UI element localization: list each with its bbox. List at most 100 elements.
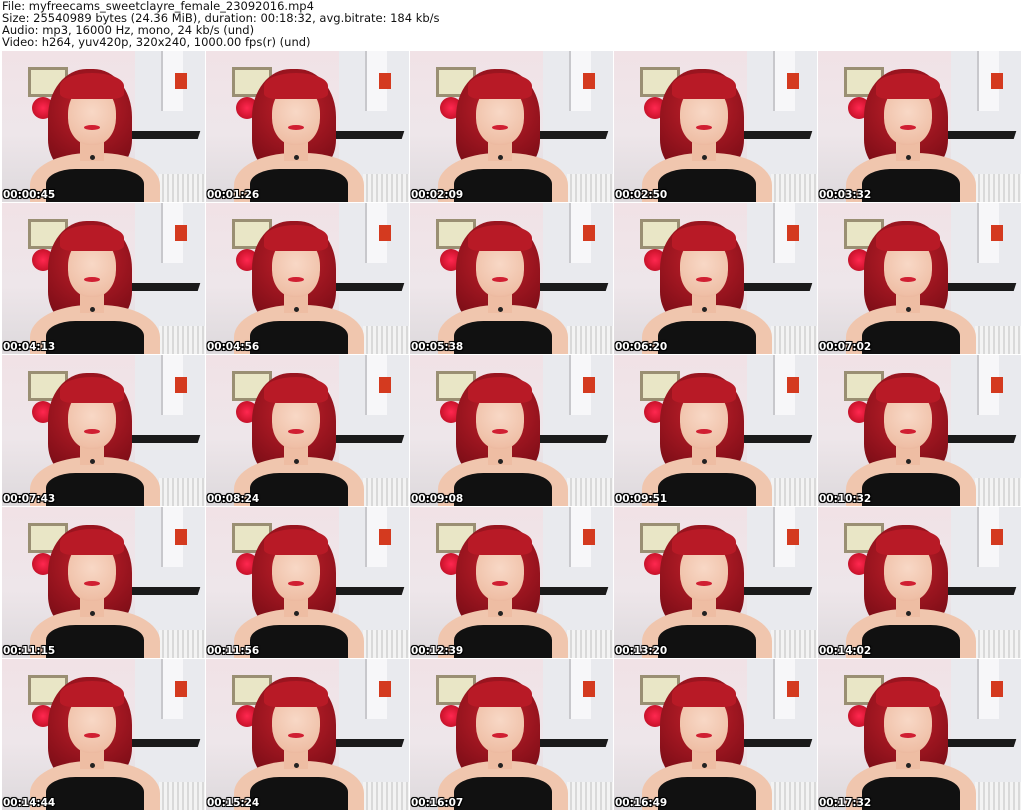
- video-thumbnail: 00:07:43: [2, 355, 205, 506]
- lips: [288, 277, 304, 282]
- black-top: [46, 169, 144, 202]
- timestamp-label: 00:12:39: [411, 645, 464, 657]
- lips: [288, 581, 304, 586]
- black-top: [862, 777, 960, 810]
- black-shelf: [739, 739, 813, 747]
- video-thumbnail: 00:11:15: [2, 507, 205, 658]
- necklace-pendant: [702, 763, 707, 768]
- timestamp-label: 00:11:15: [3, 645, 56, 657]
- video-thumbnail: 00:07:02: [818, 203, 1021, 354]
- wall-picture: [787, 681, 799, 697]
- black-shelf: [127, 131, 201, 139]
- radiator: [771, 782, 817, 810]
- radiator: [975, 478, 1021, 506]
- necklace-pendant: [294, 459, 299, 464]
- hair-fringe: [468, 529, 532, 555]
- video-thumbnail: 00:06:20: [614, 203, 817, 354]
- black-shelf: [331, 587, 405, 595]
- black-shelf: [127, 435, 201, 443]
- timestamp-label: 00:05:38: [411, 341, 464, 353]
- lips: [900, 277, 916, 282]
- black-top: [46, 321, 144, 354]
- necklace-pendant: [906, 155, 911, 160]
- lips: [288, 733, 304, 738]
- lips: [492, 277, 508, 282]
- hair-fringe: [264, 225, 328, 251]
- timestamp-label: 00:11:56: [207, 645, 260, 657]
- black-shelf: [535, 587, 609, 595]
- video-thumbnail: 00:02:50: [614, 51, 817, 202]
- lips: [84, 581, 100, 586]
- video-thumbnail: 00:13:20: [614, 507, 817, 658]
- wall-picture: [175, 681, 187, 697]
- timestamp-label: 00:08:24: [207, 493, 260, 505]
- video-thumbnail: 00:14:44: [2, 659, 205, 810]
- wall-picture: [991, 225, 1003, 241]
- radiator: [771, 174, 817, 202]
- lips: [696, 429, 712, 434]
- black-top: [658, 169, 756, 202]
- timestamp-label: 00:02:50: [615, 189, 668, 201]
- necklace-pendant: [498, 307, 503, 312]
- lips: [900, 429, 916, 434]
- wall-picture: [787, 225, 799, 241]
- black-top: [250, 777, 348, 810]
- black-shelf: [943, 283, 1017, 291]
- black-top: [658, 777, 756, 810]
- wall-picture: [175, 529, 187, 545]
- hair-fringe: [468, 225, 532, 251]
- black-top: [862, 169, 960, 202]
- video-thumbnail: 00:02:09: [410, 51, 613, 202]
- radiator: [771, 478, 817, 506]
- radiator: [159, 782, 205, 810]
- necklace-pendant: [906, 763, 911, 768]
- timestamp-label: 00:16:07: [411, 797, 464, 809]
- necklace-pendant: [90, 307, 95, 312]
- necklace-pendant: [702, 459, 707, 464]
- black-shelf: [739, 435, 813, 443]
- hair-fringe: [672, 377, 736, 403]
- black-top: [658, 473, 756, 506]
- black-shelf: [535, 131, 609, 139]
- wall-picture: [583, 529, 595, 545]
- black-shelf: [535, 739, 609, 747]
- wall-picture: [175, 377, 187, 393]
- necklace-pendant: [90, 155, 95, 160]
- necklace-pendant: [702, 611, 707, 616]
- black-top: [46, 473, 144, 506]
- black-top: [862, 473, 960, 506]
- video-thumbnail: 00:12:39: [410, 507, 613, 658]
- hair-fringe: [60, 225, 124, 251]
- lips: [288, 429, 304, 434]
- hair-fringe: [876, 225, 940, 251]
- lips: [492, 429, 508, 434]
- black-shelf: [739, 131, 813, 139]
- video-thumbnail: 00:03:32: [818, 51, 1021, 202]
- hair-fringe: [60, 529, 124, 555]
- hair-fringe: [468, 681, 532, 707]
- video-thumbnail: 00:08:24: [206, 355, 409, 506]
- timestamp-label: 00:10:32: [819, 493, 872, 505]
- hair-fringe: [876, 529, 940, 555]
- radiator: [975, 326, 1021, 354]
- black-top: [454, 473, 552, 506]
- hair-fringe: [264, 529, 328, 555]
- necklace-pendant: [294, 307, 299, 312]
- lips: [696, 581, 712, 586]
- timestamp-label: 00:17:32: [819, 797, 872, 809]
- video-thumbnail: 00:04:13: [2, 203, 205, 354]
- radiator: [567, 478, 613, 506]
- necklace-pendant: [90, 611, 95, 616]
- video-thumbnail: 00:11:56: [206, 507, 409, 658]
- lips: [696, 125, 712, 130]
- wall-picture: [379, 225, 391, 241]
- black-top: [250, 625, 348, 658]
- black-top: [454, 321, 552, 354]
- black-shelf: [331, 283, 405, 291]
- timestamp-label: 00:03:32: [819, 189, 872, 201]
- hair-fringe: [60, 377, 124, 403]
- radiator: [159, 174, 205, 202]
- necklace-pendant: [498, 155, 503, 160]
- radiator: [363, 174, 409, 202]
- hair-fringe: [60, 681, 124, 707]
